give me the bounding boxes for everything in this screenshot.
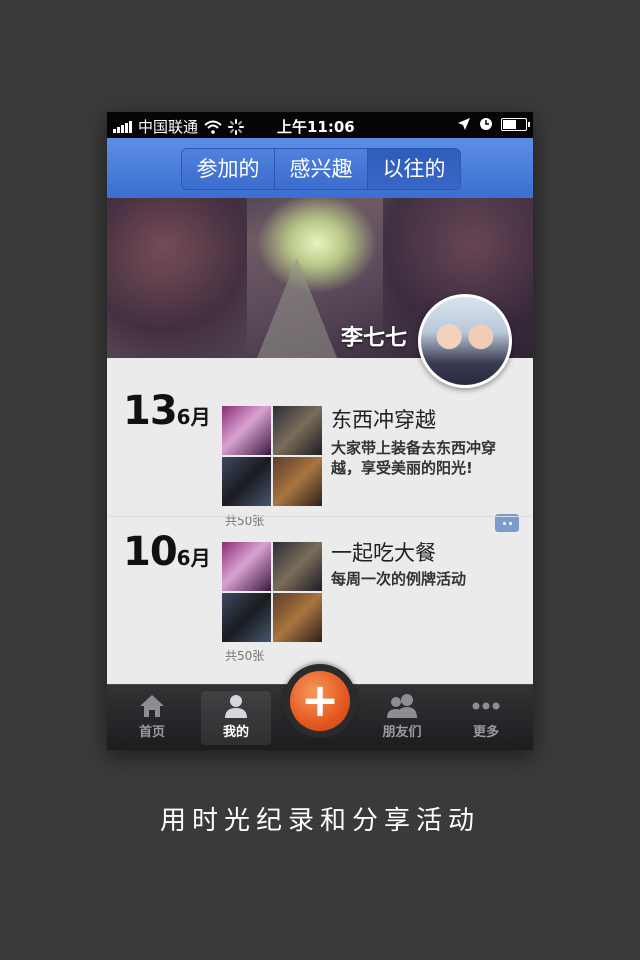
event-photo-count: 共50张 [225,649,265,663]
event-photo-thumbnail [222,406,271,455]
event-date: 106月 [123,529,211,575]
event-description: 大家带上装备去东西冲穿越，享受美丽的阳光! [331,439,497,477]
tab-friends[interactable]: 朋友们 [367,691,437,745]
profile-username: 李七七 [340,326,407,351]
alarm-clock-icon [480,118,492,130]
status-bar: 中国联通 上午11:06 [107,112,533,138]
tab-mine[interactable]: 我的 [201,691,271,745]
status-time: 上午11:06 [277,118,355,136]
event-photo-thumbnail [222,593,271,642]
event-photo-thumbnail [222,542,271,591]
event-title: 一起吃大餐 [331,541,436,565]
top-navigation-bar: 参加的 感兴趣 以往的 [107,138,533,199]
battery-icon [501,117,530,131]
tab-more-label: 更多 [472,725,499,740]
event-photo-thumbnail [273,457,322,506]
phone-screen: 中国联通 上午11:06 参加的 感兴趣 以往的 李七七 136月 共50张 东… [107,112,533,750]
segment-tab-joined[interactable]: 参加的 [182,149,275,189]
event-filter-segmented-control: 参加的 感兴趣 以往的 [181,148,461,190]
loading-spinner-icon [228,118,245,135]
add-event-button[interactable]: + [283,664,357,738]
segment-tab-interested[interactable]: 感兴趣 [275,149,368,189]
segment-tab-past[interactable]: 以往的 [368,149,460,189]
event-card[interactable]: 106月 共50张 一起吃大餐 每周一次的例牌活动 [107,516,533,675]
event-month: 6月 [176,405,211,429]
event-card[interactable]: 136月 共50张 东西冲穿越 大家带上装备去东西冲穿越，享受美丽的阳光! [107,358,533,532]
tab-more[interactable]: 更多 [451,691,521,745]
plus-icon: + [290,671,350,731]
more-dots-icon [472,702,500,710]
home-icon [140,695,164,717]
tab-friends-label: 朋友们 [382,725,422,740]
event-date: 136月 [123,388,211,434]
event-photo-thumbnail [273,593,322,642]
friends-icon [387,694,417,718]
event-photo-thumbnail [222,457,271,506]
promo-slogan: 用时光纪录和分享活动 [159,806,480,836]
event-title: 东西冲穿越 [331,408,436,432]
person-icon [225,695,247,718]
event-photo-grid[interactable] [222,542,322,642]
tab-home-label: 首页 [138,725,165,740]
event-month: 6月 [176,546,211,570]
event-day: 13 [123,388,178,434]
event-description: 每周一次的例牌活动 [331,570,467,588]
tab-home[interactable]: 首页 [117,691,187,745]
wifi-icon [204,120,222,134]
carrier-label: 中国联通 [138,118,199,136]
event-day: 10 [123,529,178,575]
location-arrow-icon [458,118,470,130]
signal-icon [113,120,132,133]
event-photo-grid[interactable] [222,406,322,506]
event-photo-thumbnail [273,406,322,455]
event-photo-thumbnail [273,542,322,591]
event-feed: 136月 共50张 东西冲穿越 大家带上装备去东西冲穿越，享受美丽的阳光! 10… [107,358,533,684]
tab-mine-label: 我的 [222,725,249,740]
